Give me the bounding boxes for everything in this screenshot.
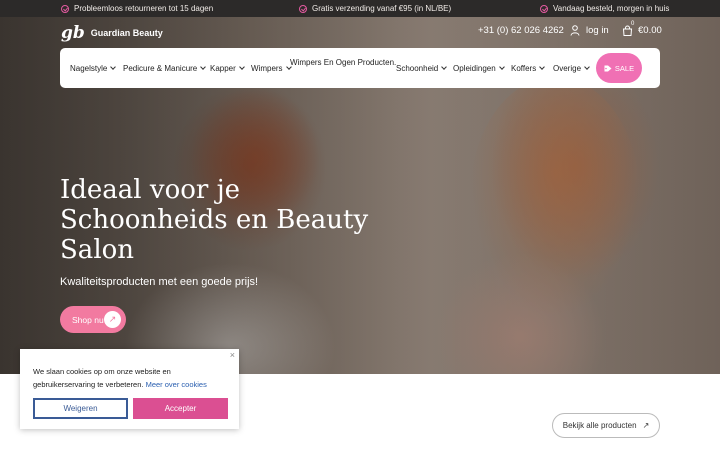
nav-item-overige[interactable]: Overige [553, 48, 590, 88]
user-icon [570, 25, 580, 36]
chevron-down-icon [110, 63, 117, 70]
view-all-products-button[interactable]: Bekijk alle producten ↗ [552, 413, 660, 438]
check-circle-icon [61, 4, 69, 13]
login-link[interactable]: log in [570, 25, 609, 36]
check-circle-icon [540, 4, 548, 13]
announcement-returns: Probleemloos retourneren tot 15 dagen [61, 4, 213, 13]
nav-item-opleidingen[interactable]: Opleidingen [453, 48, 505, 88]
close-icon[interactable]: × [230, 350, 235, 360]
accept-cookies-button[interactable]: Accepter [133, 398, 228, 419]
nav-item-label: Pedicure & Manicure [123, 63, 198, 73]
nav-item-label: Opleidingen [453, 63, 496, 73]
phone-link[interactable]: +31 (0) 62 026 4262 [478, 25, 564, 36]
nav-item-label: Schoonheid [396, 63, 439, 73]
tag-icon [604, 65, 612, 71]
logo-name: Guardian Beauty [90, 28, 163, 38]
hero-title: Ideaal voor je Schoonheids en Beauty Sal… [60, 175, 369, 265]
nav-item-label: Overige [553, 63, 582, 73]
check-circle-icon [299, 4, 307, 13]
chevron-down-icon [441, 63, 448, 70]
chevron-down-icon [238, 63, 245, 70]
arrow-up-right-icon: ↗ [642, 421, 650, 430]
nav-item-koffers[interactable]: Koffers [511, 48, 546, 88]
cookie-info-link[interactable]: Meer over cookies [146, 380, 207, 389]
logo-mark: gb [61, 23, 85, 43]
phone-number: +31 (0) 62 026 4262 [478, 25, 564, 36]
decline-cookies-button[interactable]: Weigeren [33, 398, 128, 419]
main-navigation: Nagelstyle Pedicure & Manicure Kapper Wi… [60, 48, 660, 88]
cart-button[interactable]: 0 €0.00 [622, 21, 662, 36]
sale-button[interactable]: SALE [596, 53, 642, 83]
announcement-text: Probleemloos retourneren tot 15 dagen [74, 4, 214, 13]
login-label: log in [586, 25, 609, 36]
chevron-down-icon [584, 63, 590, 70]
nav-item-label: Koffers [511, 63, 537, 73]
view-all-products-label: Bekijk alle producten [562, 421, 637, 430]
announcement-bar: Probleemloos retourneren tot 15 dagen Gr… [0, 0, 720, 17]
chevron-down-icon [539, 63, 546, 70]
nav-item-label: Kapper [210, 63, 236, 73]
site-logo[interactable]: gb Guardian Beauty [61, 23, 163, 43]
chevron-down-icon [200, 63, 207, 70]
cart-total: €0.00 [638, 25, 662, 36]
sale-label: SALE [614, 63, 635, 73]
announcement-delivery: Vandaag besteld, morgen in huis [540, 4, 669, 13]
nav-item-label: Wimpers En Ogen Producten. [290, 57, 397, 67]
nav-item-wimpers[interactable]: Wimpers [251, 48, 292, 88]
nav-item-nagelstyle[interactable]: Nagelstyle [70, 48, 117, 88]
nav-item-kapper[interactable]: Kapper [210, 48, 245, 88]
chevron-down-icon [498, 63, 505, 70]
cookie-message: We slaan cookies op om onze website en g… [33, 366, 233, 391]
announcement-text: Vandaag besteld, morgen in huis [553, 4, 670, 13]
shop-now-button[interactable]: Shop nu ↗ [60, 306, 126, 333]
nav-item-schoonheid[interactable]: Schoonheid [396, 48, 448, 88]
cookie-banner: × We slaan cookies op om onze website en… [20, 349, 239, 429]
shop-now-label: Shop nu [72, 314, 104, 325]
announcement-text: Gratis verzending vanaf €95 (in NL/BE) [312, 4, 452, 13]
arrow-up-right-icon: ↗ [104, 311, 121, 328]
hero-subtitle: Kwaliteitsproducten met een goede prijs! [60, 276, 259, 288]
nav-item-label: Nagelstyle [70, 63, 108, 73]
nav-item-pedicure-manicure[interactable]: Pedicure & Manicure [123, 48, 207, 88]
cart-count: 0 [631, 21, 635, 27]
announcement-shipping: Gratis verzending vanaf €95 (in NL/BE) [299, 4, 451, 13]
nav-item-wimpers-ogen[interactable]: Wimpers En Ogen Producten. [290, 42, 396, 82]
nav-item-label: Wimpers [251, 63, 283, 73]
